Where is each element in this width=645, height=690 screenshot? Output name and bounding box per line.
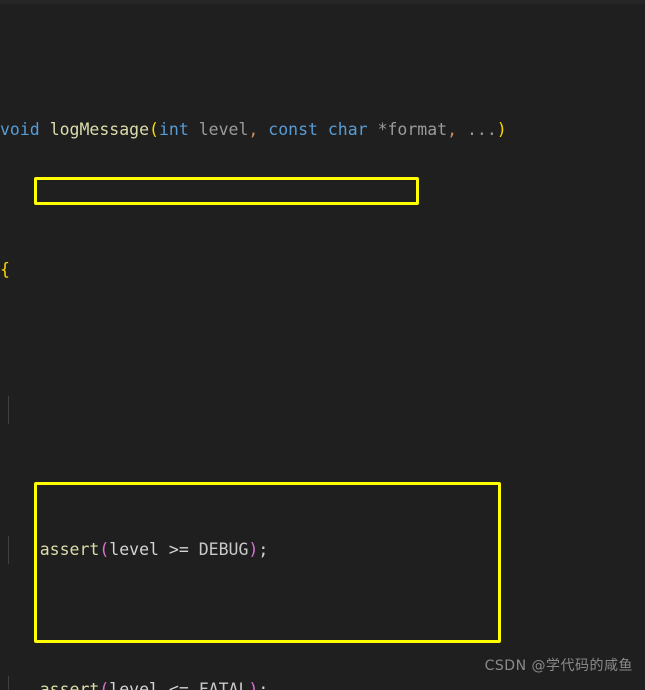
csdn-watermark: CSDN @学代码的咸鱼 [484, 658, 633, 674]
token-keyword-void: void [0, 120, 40, 139]
token-function-assert: assert [39, 680, 100, 690]
token-paren-close: ) [496, 120, 507, 139]
token-macro-debug: DEBUG [198, 540, 249, 559]
token-keyword-char: char [327, 120, 368, 139]
code-line-1: void logMessage(int level, const char *f… [0, 120, 507, 139]
token-macro-fatal: FATAL [198, 680, 249, 690]
code-editor-screenshot: void logMessage(int level, const char *f… [0, 0, 645, 690]
token-param-format: *format [377, 120, 448, 139]
token-param-level: level [198, 120, 249, 139]
indent-guide [8, 396, 9, 424]
code-content: void logMessage(int level, const char *f… [0, 4, 645, 690]
token-function-logmessage: logMessage [49, 120, 150, 139]
code-line-4: assert(level >= DEBUG); [0, 536, 645, 564]
token-brace-open: { [0, 260, 10, 279]
token-keyword-int: int [158, 120, 189, 139]
token-paren-open: ( [149, 120, 159, 139]
token-ellipsis: ... [466, 120, 497, 139]
code-line-3 [0, 396, 645, 424]
token-function-assert: assert [39, 540, 100, 559]
token-keyword-const: const [268, 120, 318, 139]
code-line-2: { [0, 256, 645, 284]
